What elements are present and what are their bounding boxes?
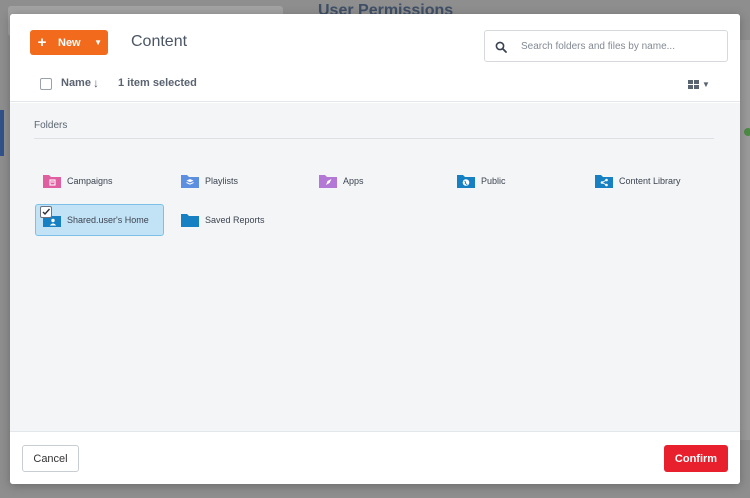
section-divider — [34, 138, 714, 139]
folder-label: Campaigns — [67, 176, 113, 186]
plus-icon: + — [37, 34, 47, 51]
folders-area: Folders Campaigns Playlists Apps Public … — [10, 103, 740, 431]
cancel-button[interactable]: Cancel — [22, 445, 79, 472]
grid-view-icon — [688, 80, 699, 89]
search-input[interactable] — [521, 31, 721, 61]
sort-descending-icon[interactable]: ↓ — [93, 76, 99, 90]
chevron-down-icon: ▼ — [94, 38, 102, 47]
confirm-button[interactable]: Confirm — [664, 445, 728, 472]
new-button-label: New — [58, 36, 81, 49]
folder-label: Playlists — [205, 176, 239, 186]
campaigns-icon — [42, 173, 62, 189]
search-box[interactable] — [484, 30, 728, 62]
content-picker-modal: + New ▼ Content Name ↓ 1 item selected ▼ — [10, 14, 740, 484]
modal-footer: Cancel Confirm — [10, 431, 740, 484]
modal-header: + New ▼ Content Name ↓ 1 item selected ▼ — [10, 14, 740, 102]
folder-label: Apps — [343, 176, 364, 186]
globe-icon — [456, 173, 476, 189]
user-icon — [40, 206, 62, 228]
sort-by-name[interactable]: Name — [61, 77, 91, 89]
folder-label: Saved Reports — [205, 215, 265, 225]
section-label: Folders — [34, 120, 68, 131]
search-icon — [495, 41, 507, 53]
new-button[interactable]: + New ▼ — [30, 30, 108, 55]
folder-shared-users-home[interactable]: Shared.user's Home — [35, 204, 164, 236]
folder-label: Shared.user's Home — [67, 215, 149, 225]
playlists-icon — [180, 173, 200, 189]
chevron-down-icon: ▼ — [702, 80, 710, 89]
folder-campaigns[interactable]: Campaigns — [42, 165, 113, 197]
folder-playlists[interactable]: Playlists — [180, 165, 238, 197]
background-right-panel — [740, 40, 750, 440]
share-icon — [594, 173, 614, 189]
view-mode-toggle[interactable]: ▼ — [688, 80, 710, 89]
apps-icon — [318, 173, 338, 189]
select-all-checkbox[interactable] — [40, 78, 52, 90]
folder-content-library[interactable]: Content Library — [594, 165, 681, 197]
background-status-dot — [744, 128, 750, 136]
selected-count: 1 item selected — [118, 77, 197, 89]
folder-apps[interactable]: Apps — [318, 165, 364, 197]
modal-title: Content — [131, 33, 188, 50]
folder-public[interactable]: Public — [456, 165, 506, 197]
checkbox-checked-icon[interactable] — [40, 206, 52, 218]
folder-icon — [180, 212, 200, 228]
folder-label: Public — [481, 176, 506, 186]
folder-saved-reports[interactable]: Saved Reports — [180, 204, 265, 236]
folder-label: Content Library — [619, 176, 681, 186]
background-accent-bar — [0, 110, 4, 156]
